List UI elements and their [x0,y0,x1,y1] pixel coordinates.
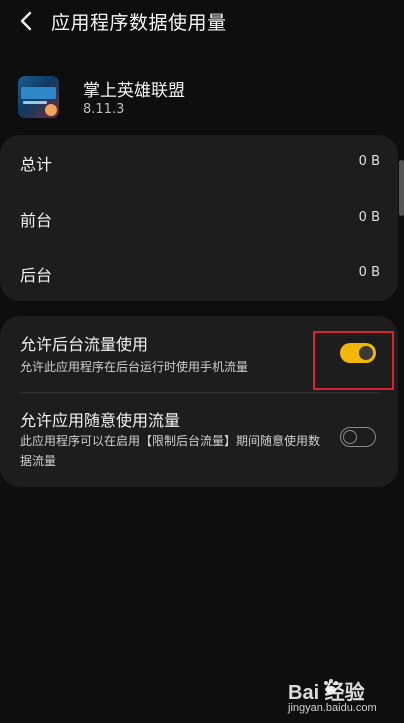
app-logo-banner [21,87,56,99]
usage-value: 0 B [358,210,380,225]
watermark-url: jingyan.baidu.com [288,702,377,714]
scrollbar[interactable] [399,160,404,216]
arrow-left-icon [20,11,32,31]
setting-title: 允许应用随意使用流量 [20,411,181,430]
usage-row-background: 后台 0 B [0,246,398,301]
unrestricted-data-toggle[interactable] [340,427,376,447]
watermark: Bai 经验 jingyan.baidu.com [288,676,400,720]
toggle-knob [343,430,357,444]
app-version: 8.11.3 [83,102,125,117]
app-name: 掌上英雄联盟 [83,81,185,101]
app-logo-icon [18,76,59,118]
unrestricted-data-setting[interactable]: 允许应用随意使用流量 此应用程序可以在启用【限制后台流量】期间随意使用数据流量 [0,393,398,487]
usage-card: 总计 0 B 前台 0 B 后台 0 B [0,135,398,301]
usage-label: 前台 [20,211,53,230]
usage-value: 0 B [358,265,380,280]
setting-description: 允许此应用程序在后台运行时使用手机流量 [20,360,249,374]
app-info: 掌上英雄联盟 8.11.3 [0,72,404,124]
highlight-annotation [313,331,394,390]
app-logo-subtext [23,101,47,104]
app-logo-badge [45,104,57,116]
usage-row-foreground: 前台 0 B [0,191,398,246]
setting-title: 允许后台流量使用 [20,335,149,354]
paw-icon [324,679,338,694]
back-button[interactable] [14,8,40,34]
usage-label: 总计 [20,155,53,174]
usage-row-total: 总计 0 B [0,135,398,190]
usage-label: 后台 [20,266,53,285]
setting-description: 此应用程序可以在启用【限制后台流量】期间随意使用数据流量 [20,434,321,468]
usage-value: 0 B [358,154,380,169]
top-app-bar: 应用程序数据使用量 [0,0,404,44]
page-title: 应用程序数据使用量 [51,12,227,34]
